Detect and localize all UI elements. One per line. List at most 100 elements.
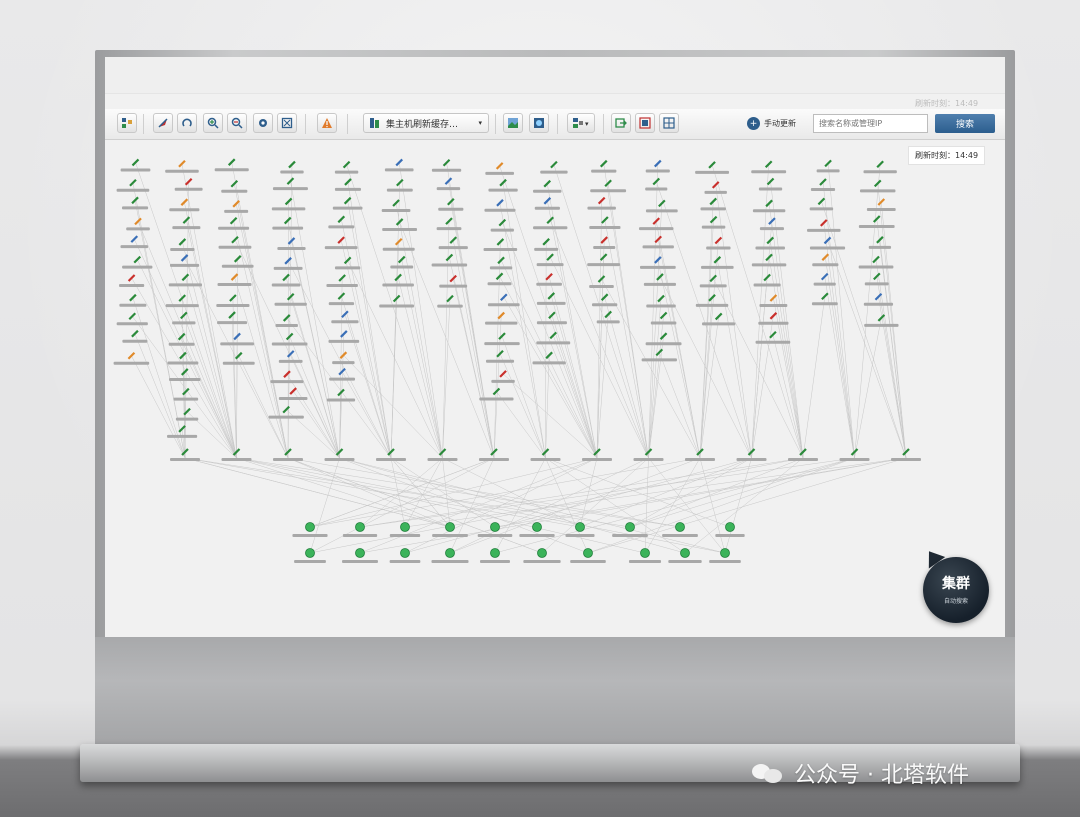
device-node-label bbox=[328, 302, 355, 306]
device-node-icon bbox=[395, 218, 404, 226]
device-node-label bbox=[864, 282, 889, 286]
export-icon[interactable] bbox=[611, 113, 631, 133]
switch-node-label bbox=[480, 560, 510, 563]
topology-edge bbox=[770, 181, 804, 459]
device-node-icon bbox=[821, 292, 829, 301]
device-node-icon bbox=[872, 255, 880, 264]
device-node-label bbox=[868, 245, 892, 249]
topology-edge bbox=[181, 163, 237, 459]
device-node-label bbox=[272, 187, 308, 191]
device-node-label bbox=[592, 303, 618, 307]
device-node-label bbox=[751, 170, 787, 174]
grid-icon[interactable] bbox=[659, 113, 679, 133]
switch-node-label bbox=[431, 560, 469, 563]
device-node-label bbox=[536, 341, 571, 345]
device-node-icon bbox=[230, 273, 239, 281]
zoom-in-icon[interactable] bbox=[203, 113, 223, 133]
device-node-icon bbox=[543, 197, 552, 205]
image-export-icon[interactable] bbox=[529, 113, 549, 133]
settings-icon[interactable] bbox=[253, 113, 273, 133]
manual-update-toggle[interactable]: + 手动更新 bbox=[747, 114, 796, 133]
cluster-button[interactable]: 集群 自动搜索 bbox=[923, 557, 989, 623]
topology-edge bbox=[802, 296, 826, 459]
switch-node-icon bbox=[305, 522, 315, 532]
device-node-label bbox=[122, 206, 149, 210]
search-button[interactable]: 搜索 bbox=[935, 114, 995, 133]
device-node-label bbox=[268, 415, 304, 419]
device-node-label bbox=[120, 168, 151, 172]
device-node-label bbox=[813, 282, 836, 286]
topology-edge bbox=[131, 355, 186, 459]
device-node-icon bbox=[546, 253, 554, 261]
pointer-icon[interactable] bbox=[153, 113, 173, 133]
device-node-label bbox=[167, 434, 198, 438]
device-node-label bbox=[274, 302, 307, 306]
device-node-icon bbox=[131, 196, 139, 205]
device-node-label bbox=[382, 247, 415, 251]
topology-edge bbox=[502, 182, 546, 459]
device-node-label bbox=[431, 168, 462, 172]
topology-edge bbox=[875, 259, 907, 459]
device-node-label bbox=[170, 247, 195, 251]
device-node-icon bbox=[338, 367, 346, 376]
topology-edge bbox=[236, 336, 238, 459]
device-node-label bbox=[116, 322, 148, 326]
svg-text:▾: ▾ bbox=[585, 120, 589, 128]
device-node-label bbox=[812, 263, 839, 267]
refresh-icon[interactable] bbox=[635, 113, 655, 133]
switch-node-icon bbox=[305, 548, 315, 558]
device-node-icon bbox=[231, 235, 239, 244]
fit-icon[interactable] bbox=[277, 113, 297, 133]
device-node-icon bbox=[283, 216, 292, 225]
switch-node-icon bbox=[640, 548, 650, 558]
device-node-label bbox=[324, 458, 355, 461]
device-node-label bbox=[488, 188, 518, 192]
device-node-icon bbox=[337, 236, 345, 244]
search-input[interactable] bbox=[813, 114, 928, 133]
wechat-icon bbox=[752, 762, 784, 784]
device-node-label bbox=[172, 321, 196, 325]
topology-canvas[interactable] bbox=[105, 140, 1005, 637]
cache-dropdown[interactable]: 集主机刷新缓存… ▾ bbox=[363, 113, 489, 133]
zoom-out-icon[interactable] bbox=[227, 113, 247, 133]
alert-icon[interactable] bbox=[317, 113, 337, 133]
undo-icon[interactable] bbox=[177, 113, 197, 133]
device-node-label bbox=[533, 189, 562, 193]
device-node-label bbox=[334, 170, 359, 174]
device-node-label bbox=[326, 398, 356, 402]
device-node-icon bbox=[127, 351, 136, 360]
device-node-icon bbox=[872, 215, 881, 223]
topology-edge bbox=[404, 457, 598, 554]
switch-node-label bbox=[612, 534, 648, 537]
device-node-label bbox=[532, 361, 566, 365]
topology-edge bbox=[684, 457, 804, 554]
device-node-label bbox=[484, 208, 516, 212]
device-node-label bbox=[706, 246, 731, 250]
device-node-icon bbox=[286, 177, 295, 185]
device-node-label bbox=[486, 359, 515, 363]
switch-node-icon bbox=[445, 522, 455, 532]
switch-node-label bbox=[628, 560, 662, 563]
toolbar: 集主机刷新缓存… ▾ ▾ + 手动更新 搜索 bbox=[105, 109, 1005, 140]
device-node-label bbox=[483, 247, 518, 251]
device-node-icon bbox=[654, 235, 663, 244]
device-node-label bbox=[533, 226, 568, 230]
device-node-icon bbox=[850, 448, 859, 456]
device-node-label bbox=[702, 322, 736, 326]
image-icon[interactable] bbox=[503, 113, 523, 133]
device-node-icon bbox=[282, 273, 290, 282]
switch-node-label bbox=[294, 560, 326, 563]
device-node-label bbox=[755, 246, 785, 250]
topology-edge bbox=[309, 457, 340, 554]
switch-node-icon bbox=[675, 522, 685, 532]
device-node-label bbox=[589, 284, 614, 288]
device-node-icon bbox=[344, 178, 352, 186]
switch-node-icon bbox=[725, 522, 735, 532]
device-node-icon bbox=[129, 178, 137, 187]
cluster-subtitle: 自动搜索 bbox=[943, 598, 968, 605]
topology-icon[interactable] bbox=[117, 113, 137, 133]
device-node-label bbox=[221, 264, 254, 268]
layout-icon[interactable]: ▾ bbox=[567, 113, 595, 133]
device-node-icon bbox=[545, 272, 553, 281]
device-node-label bbox=[390, 265, 414, 269]
